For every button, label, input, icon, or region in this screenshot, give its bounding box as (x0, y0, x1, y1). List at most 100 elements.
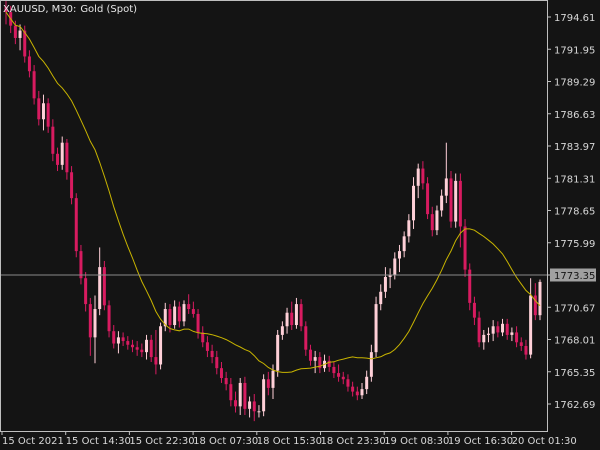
candle-body (32, 71, 36, 99)
candle-body (135, 347, 139, 350)
y-tick-label: 1778.65 (554, 207, 595, 218)
candle-body (383, 276, 387, 292)
candle-body (529, 295, 533, 355)
candle-body (145, 339, 149, 353)
candle-body (412, 185, 416, 221)
candle-body (285, 312, 289, 327)
candle (74, 193, 78, 258)
candle-body (360, 389, 364, 396)
candle-body (332, 366, 336, 374)
candle-body (477, 317, 481, 343)
candle-body (271, 370, 275, 388)
candle-body (515, 332, 519, 343)
candle-body (365, 376, 369, 390)
plot-frame (0, 0, 548, 432)
candle-body (280, 326, 284, 335)
candle-body (187, 304, 191, 310)
y-tick-label: 1781.31 (554, 174, 595, 185)
candle-body (234, 400, 238, 407)
x-tick-label: 18 Oct 23:30 (321, 436, 386, 447)
candlestick-chart: 1794.61 1791.95 1789.29 1786.63 1783.97 1781.… (0, 0, 596, 447)
candle-body (27, 56, 31, 72)
candle-body (60, 142, 64, 165)
timeframe-label: M30 (52, 4, 73, 15)
candle-body (351, 386, 355, 392)
candle-body (266, 379, 270, 388)
candle (426, 177, 430, 220)
y-tick-label: 1789.29 (554, 78, 595, 89)
candle-body (444, 178, 448, 196)
candle (454, 173, 458, 228)
candle-body (173, 306, 177, 326)
candle-body (397, 251, 401, 259)
candle-body (46, 103, 50, 127)
candle (276, 329, 280, 377)
candle-body (402, 236, 406, 252)
candle-body (337, 373, 341, 377)
candle-body (215, 357, 219, 369)
current-price-tag: 1773.35 (550, 268, 596, 282)
y-tick-label: 1768.01 (554, 336, 595, 347)
x-tick-label: 19 Oct 08:30 (384, 436, 449, 447)
candle-body (84, 278, 88, 305)
instrument-label: Gold (Spot) (80, 4, 137, 15)
candle-body (65, 142, 69, 173)
title-separator-2: : (73, 4, 76, 15)
candle (159, 322, 163, 370)
candle-body (70, 172, 74, 199)
candle-body (224, 378, 228, 385)
y-tick-label: 1765.35 (554, 368, 595, 379)
candle-body (210, 350, 214, 358)
candle-body (130, 344, 134, 348)
candle-body (41, 103, 45, 120)
candle-body (196, 313, 200, 333)
candle-body (486, 333, 490, 335)
candle-body (93, 309, 97, 338)
candle-body (177, 306, 181, 322)
candle-body (524, 345, 528, 355)
candle-body (107, 305, 111, 332)
candle-body (426, 183, 430, 215)
candle-body (510, 332, 514, 335)
candle-body (56, 153, 60, 165)
x-tick-label: 15 Oct 22:30 (129, 436, 194, 447)
candle-body (421, 168, 425, 184)
candle-body (121, 337, 125, 342)
current-price-label: 1773.35 (554, 271, 595, 282)
candle-body (154, 357, 158, 365)
title-separator-1: , (45, 4, 48, 15)
candle-body (454, 180, 458, 222)
y-tick-label: 1770.67 (554, 303, 595, 314)
candle (463, 219, 467, 277)
x-tick-label: 15 Oct 14:30 (66, 436, 131, 447)
candle-body (37, 98, 41, 120)
candle-body (407, 220, 411, 237)
candle-body (252, 401, 256, 412)
y-tick-label: 1783.97 (554, 142, 595, 153)
candle-body (116, 337, 120, 344)
candle-body (126, 341, 130, 345)
symbol-label: XAUUSD (3, 4, 46, 15)
candle-body (304, 326, 308, 350)
candle-body (496, 326, 500, 333)
candle-body (505, 323, 509, 335)
candle-body (51, 126, 55, 154)
y-tick-label: 1786.63 (554, 110, 595, 121)
candle-body (299, 304, 303, 327)
candle-body (168, 309, 172, 326)
x-tick-label: 18 Oct 15:30 (257, 436, 322, 447)
candle-body (313, 357, 317, 361)
candle-body (463, 226, 467, 270)
candle-body (243, 382, 247, 409)
candle-body (346, 379, 350, 387)
candle (538, 279, 542, 321)
candle-body (355, 391, 359, 396)
candle (262, 374, 266, 417)
candle (374, 296, 378, 358)
candle-body (248, 401, 252, 409)
candle-body (449, 178, 453, 222)
candle-body (191, 309, 195, 314)
candle-body (13, 25, 17, 38)
candle-body (341, 376, 345, 380)
y-tick-label: 1762.69 (554, 400, 595, 411)
